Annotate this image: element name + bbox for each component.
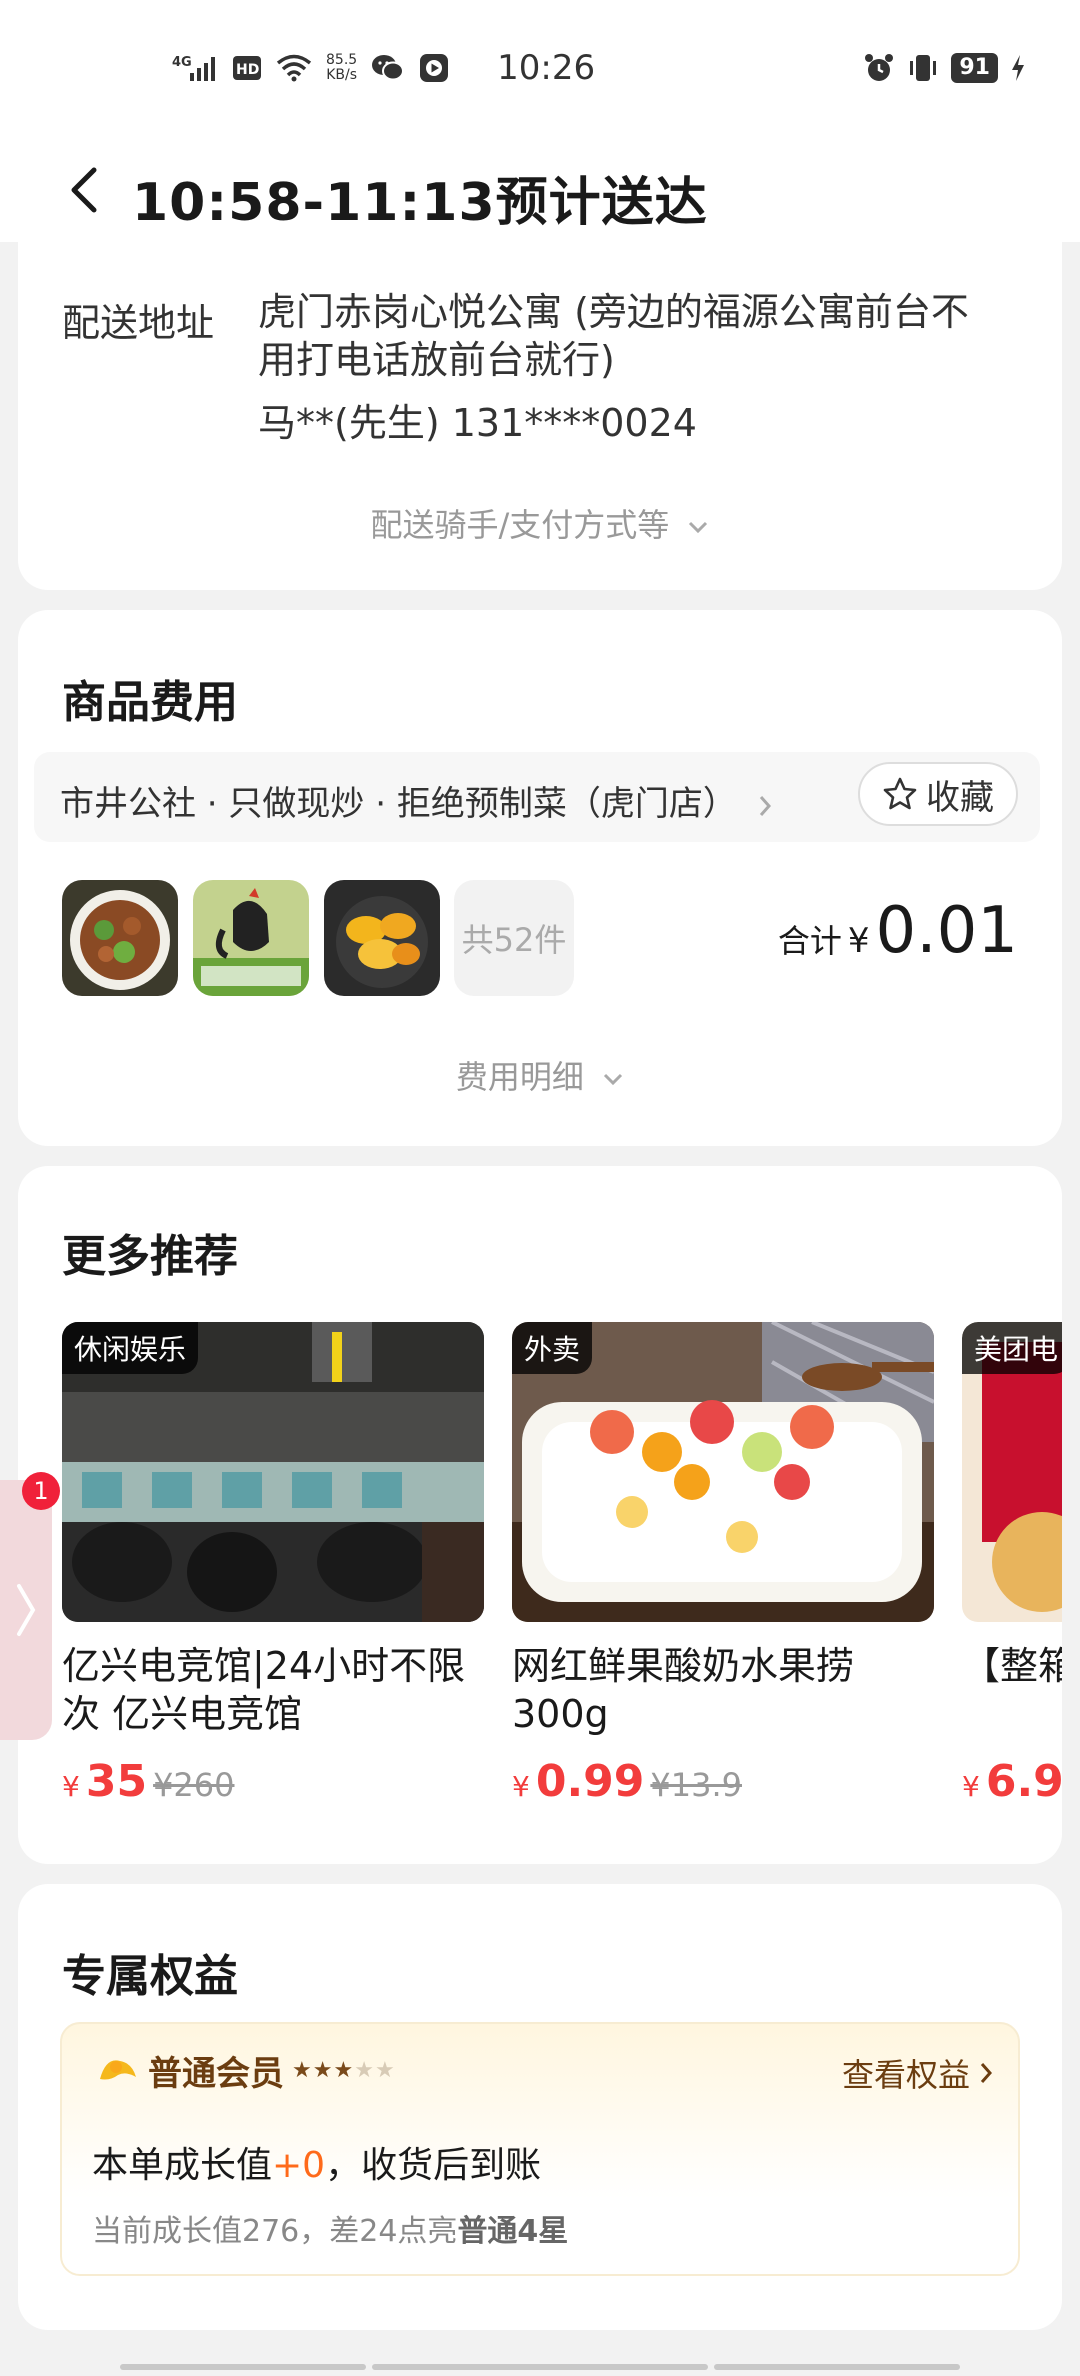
status-left: 4G HD 85.5 KB/s 10:26	[172, 44, 595, 92]
chevron-down-icon	[689, 521, 708, 534]
hd-icon: HD	[232, 54, 262, 82]
recommend-item[interactable]: 美团电 【整箱松饼蛋 ¥ 6.9	[962, 1322, 1062, 1807]
status-bar: 4G HD 85.5 KB/s 10:26 91	[0, 0, 1080, 140]
member-logo-icon	[100, 2059, 136, 2079]
price-value: 0.99	[535, 1756, 645, 1807]
chevron-right-icon	[980, 2063, 992, 2083]
address-text: 虎门赤岗心悦公寓 (旁边的福源公寓前台不用打电话放前台就行)	[258, 290, 969, 382]
network-speed: 85.5 KB/s	[326, 52, 358, 83]
recommend-section-title: 更多推荐	[62, 1231, 238, 1282]
star-filled-icon: ★	[333, 2058, 355, 2083]
recommend-tag: 休闲娱乐	[62, 1322, 199, 1374]
delivery-address-card: 配送地址 虎门赤岗心悦公寓 (旁边的福源公寓前台不用打电话放前台就行) 马**(…	[18, 232, 1062, 590]
address-label: 配送地址	[62, 301, 215, 345]
shop-name: 市井公社 · 只做现炒 · 拒绝预制菜（虎门店）	[60, 776, 772, 825]
signal-icon: 4G	[172, 53, 218, 83]
favorite-label: 收藏	[926, 777, 994, 818]
bottom-indicator	[372, 2364, 708, 2370]
original-price: ¥13.9	[650, 1766, 742, 1804]
recommend-image: 休闲娱乐	[62, 1322, 484, 1622]
wifi-icon	[276, 54, 312, 82]
fee-detail-button[interactable]: 费用明细	[18, 1052, 1062, 1098]
charging-icon	[1010, 54, 1026, 82]
growth-line: 本单成长值+0，收货后到账	[92, 2145, 542, 2186]
recommend-price: ¥ 35 ¥260	[62, 1756, 484, 1807]
star-filled-icon: ★	[292, 2058, 313, 2083]
member-stars: ★★★★★	[292, 2058, 396, 2083]
recommend-name: 网红鲜果酸奶水果捞300g	[512, 1644, 855, 1736]
chevron-right-icon	[759, 795, 771, 816]
expand-label: 配送骑手/支付方式等	[370, 506, 670, 544]
benefits-section-title: 专属权益	[62, 1951, 238, 2002]
recommend-name: 亿兴电竞馆|24小时不限次 亿兴电竞馆	[62, 1644, 466, 1736]
back-button[interactable]	[56, 162, 112, 218]
goods-total: 合计 ¥ 0.01	[778, 894, 1018, 968]
floating-side-tab[interactable]	[0, 1480, 52, 1740]
notification-badge: 1	[22, 1472, 60, 1510]
nav-bar: 10:58-11:13预计送达	[0, 140, 1080, 242]
price-value: 35	[85, 1756, 148, 1807]
status-right: 91	[863, 48, 1026, 88]
total-value: 0.01	[875, 894, 1019, 968]
price-currency: ¥	[62, 1770, 80, 1803]
recommend-item[interactable]: 外卖 网红鲜果酸奶水果捞300g ¥ 0.99 ¥13.9	[512, 1322, 934, 1807]
original-price: ¥260	[153, 1766, 235, 1804]
svg-text:4G: 4G	[172, 55, 192, 70]
goods-thumbnail-2[interactable]	[193, 880, 309, 996]
member-box: 普通会员 ★★★★★ 查看权益 本单成长值+0，收货后到账 当前成长值276，差…	[60, 2022, 1020, 2276]
vibrate-icon	[907, 53, 939, 83]
price-currency: ¥	[512, 1770, 530, 1803]
address-contact: 马**(先生) 131****0024	[258, 401, 697, 445]
bottom-indicator	[120, 2364, 366, 2370]
recommend-card: 更多推荐 休闲娱乐 亿兴电竞馆|24小时不限次 亿兴电竞馆 ¥ 35 ¥260 …	[18, 1166, 1062, 1864]
goods-thumbnail-1[interactable]	[62, 880, 178, 996]
chevron-right-icon	[17, 1584, 36, 1636]
star-filled-icon: ★	[312, 2058, 334, 2083]
recommend-item[interactable]: 休闲娱乐 亿兴电竞馆|24小时不限次 亿兴电竞馆 ¥ 35 ¥260	[62, 1322, 484, 1807]
view-benefits-label: 查看权益	[841, 2056, 970, 2094]
alarm-icon	[863, 52, 895, 84]
goods-thumbnail-3[interactable]	[324, 880, 440, 996]
battery-level: 91	[951, 53, 998, 83]
recommend-price: ¥ 0.99 ¥13.9	[512, 1756, 934, 1807]
growth-progress-text: 当前成长值276，差24点亮普通4星	[92, 2214, 569, 2249]
page-title: 10:58-11:13预计送达	[132, 173, 708, 233]
recommend-image: 外卖	[512, 1322, 934, 1622]
recommend-tag: 美团电	[962, 1322, 1062, 1374]
fee-detail-label: 费用明细	[455, 1058, 584, 1096]
benefits-card: 专属权益 普通会员 ★★★★★ 查看权益 本单成长值+0，收货后到账 当前成长值…	[18, 1884, 1062, 2330]
view-benefits-link[interactable]: 查看权益	[842, 2050, 992, 2096]
star-empty-icon: ★	[374, 2058, 396, 2083]
price-value: 6.9	[985, 1756, 1062, 1807]
total-label: 合计	[777, 922, 842, 960]
svg-text:HD: HD	[236, 62, 259, 78]
star-empty-icon: ★	[354, 2058, 375, 2083]
bottom-indicator	[714, 2364, 960, 2370]
goods-fee-card: 商品费用 市井公社 · 只做现炒 · 拒绝预制菜（虎门店） 收藏 共52件 合计…	[18, 610, 1062, 1146]
goods-count[interactable]: 共52件	[454, 880, 574, 996]
goods-section-title: 商品费用	[62, 677, 238, 728]
shop-row[interactable]: 市井公社 · 只做现炒 · 拒绝预制菜（虎门店） 收藏	[34, 752, 1040, 842]
chevron-down-icon	[604, 1073, 623, 1086]
recommend-price: ¥ 6.9	[962, 1756, 1062, 1807]
back-arrow-icon	[71, 167, 97, 213]
expand-rider-payment-button[interactable]: 配送骑手/支付方式等	[18, 500, 1062, 546]
total-currency: ¥	[847, 921, 870, 961]
member-level-row: 普通会员 ★★★★★	[96, 2046, 396, 2095]
favorite-button[interactable]: 收藏	[858, 762, 1018, 826]
wechat-icon	[371, 53, 405, 83]
star-outline-icon	[883, 777, 917, 810]
recommend-image: 美团电	[962, 1322, 1062, 1622]
play-icon	[419, 53, 449, 83]
member-level: 普通会员	[148, 2054, 284, 2094]
recommend-name: 【整箱松饼蛋	[962, 1644, 1062, 1688]
recommend-tag: 外卖	[512, 1322, 593, 1374]
status-time: 10:26	[497, 48, 596, 88]
price-currency: ¥	[962, 1770, 980, 1803]
